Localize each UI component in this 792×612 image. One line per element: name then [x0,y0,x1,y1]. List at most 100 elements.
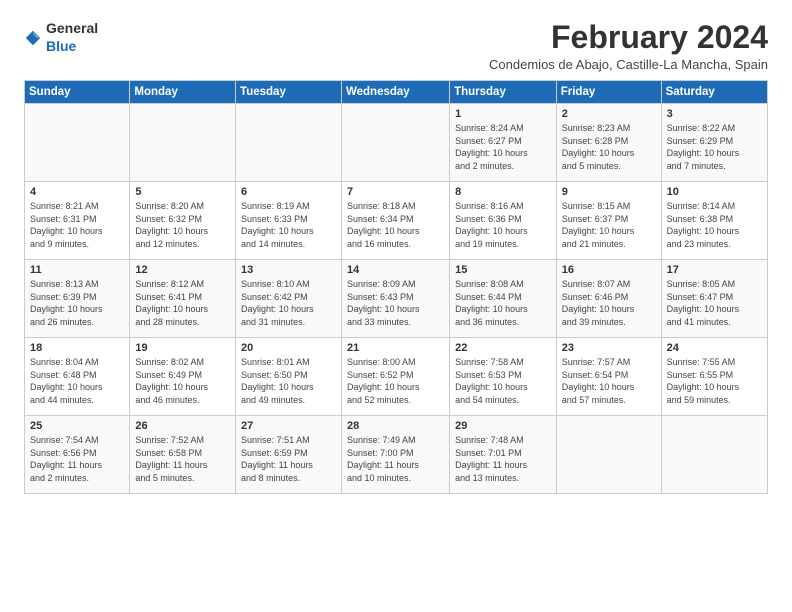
calendar-cell: 3 Sunrise: 8:22 AM Sunset: 6:29 PM Daylig… [661,104,767,182]
day-number: 12 [135,264,230,276]
calendar-cell [661,416,767,494]
day-number: 13 [241,264,336,276]
calendar-cell [25,104,130,182]
day-number: 2 [562,108,656,120]
day-info: Sunrise: 7:48 AM Sunset: 7:01 PM Dayligh… [455,434,551,484]
weekday-header-friday: Friday [556,81,661,104]
day-info: Sunrise: 8:18 AM Sunset: 6:34 PM Dayligh… [347,200,444,250]
day-info: Sunrise: 7:52 AM Sunset: 6:58 PM Dayligh… [135,434,230,484]
calendar-cell: 5 Sunrise: 8:20 AM Sunset: 6:32 PM Daylig… [130,182,236,260]
calendar-cell: 18 Sunrise: 8:04 AM Sunset: 6:48 PM Dayli… [25,338,130,416]
day-number: 10 [667,186,762,198]
day-number: 21 [347,342,444,354]
day-info: Sunrise: 7:57 AM Sunset: 6:54 PM Dayligh… [562,356,656,406]
logo: General Blue [24,20,98,56]
day-info: Sunrise: 8:14 AM Sunset: 6:38 PM Dayligh… [667,200,762,250]
logo-icon [24,29,42,47]
day-number: 4 [30,186,124,198]
calendar-cell: 28 Sunrise: 7:49 AM Sunset: 7:00 PM Dayli… [341,416,449,494]
calendar-cell: 12 Sunrise: 8:12 AM Sunset: 6:41 PM Dayli… [130,260,236,338]
calendar-cell: 16 Sunrise: 8:07 AM Sunset: 6:46 PM Dayli… [556,260,661,338]
day-info: Sunrise: 7:49 AM Sunset: 7:00 PM Dayligh… [347,434,444,484]
day-info: Sunrise: 8:09 AM Sunset: 6:43 PM Dayligh… [347,278,444,328]
calendar-cell: 14 Sunrise: 8:09 AM Sunset: 6:43 PM Dayli… [341,260,449,338]
day-info: Sunrise: 8:21 AM Sunset: 6:31 PM Dayligh… [30,200,124,250]
day-number: 22 [455,342,551,354]
weekday-header-sunday: Sunday [25,81,130,104]
day-number: 24 [667,342,762,354]
weekday-header-tuesday: Tuesday [236,81,342,104]
day-info: Sunrise: 8:00 AM Sunset: 6:52 PM Dayligh… [347,356,444,406]
calendar-title: February 2024 [489,20,768,55]
day-number: 28 [347,420,444,432]
calendar-cell: 8 Sunrise: 8:16 AM Sunset: 6:36 PM Daylig… [450,182,557,260]
day-info: Sunrise: 8:04 AM Sunset: 6:48 PM Dayligh… [30,356,124,406]
day-info: Sunrise: 8:07 AM Sunset: 6:46 PM Dayligh… [562,278,656,328]
day-number: 16 [562,264,656,276]
calendar-cell [236,104,342,182]
day-number: 14 [347,264,444,276]
day-number: 5 [135,186,230,198]
calendar-cell: 27 Sunrise: 7:51 AM Sunset: 6:59 PM Dayli… [236,416,342,494]
calendar-cell: 26 Sunrise: 7:52 AM Sunset: 6:58 PM Dayli… [130,416,236,494]
calendar-cell: 10 Sunrise: 8:14 AM Sunset: 6:38 PM Dayli… [661,182,767,260]
day-number: 8 [455,186,551,198]
day-info: Sunrise: 8:22 AM Sunset: 6:29 PM Dayligh… [667,122,762,172]
day-number: 18 [30,342,124,354]
day-number: 6 [241,186,336,198]
day-info: Sunrise: 8:15 AM Sunset: 6:37 PM Dayligh… [562,200,656,250]
day-info: Sunrise: 8:08 AM Sunset: 6:44 PM Dayligh… [455,278,551,328]
calendar-subtitle: Condemios de Abajo, Castille-La Mancha, … [489,57,768,72]
calendar-cell: 25 Sunrise: 7:54 AM Sunset: 6:56 PM Dayli… [25,416,130,494]
weekday-header-thursday: Thursday [450,81,557,104]
day-info: Sunrise: 8:12 AM Sunset: 6:41 PM Dayligh… [135,278,230,328]
day-info: Sunrise: 8:24 AM Sunset: 6:27 PM Dayligh… [455,122,551,172]
calendar-cell: 20 Sunrise: 8:01 AM Sunset: 6:50 PM Dayli… [236,338,342,416]
day-info: Sunrise: 8:16 AM Sunset: 6:36 PM Dayligh… [455,200,551,250]
day-number: 1 [455,108,551,120]
day-number: 26 [135,420,230,432]
day-number: 15 [455,264,551,276]
day-number: 9 [562,186,656,198]
calendar-cell: 7 Sunrise: 8:18 AM Sunset: 6:34 PM Daylig… [341,182,449,260]
calendar-cell: 1 Sunrise: 8:24 AM Sunset: 6:27 PM Daylig… [450,104,557,182]
calendar-cell: 6 Sunrise: 8:19 AM Sunset: 6:33 PM Daylig… [236,182,342,260]
day-info: Sunrise: 8:02 AM Sunset: 6:49 PM Dayligh… [135,356,230,406]
day-number: 11 [30,264,124,276]
calendar-cell: 23Sunrise: 7:57 AM Sunset: 6:54 PM Dayli… [556,338,661,416]
day-number: 20 [241,342,336,354]
day-info: Sunrise: 7:54 AM Sunset: 6:56 PM Dayligh… [30,434,124,484]
day-number: 29 [455,420,551,432]
day-number: 19 [135,342,230,354]
calendar-cell: 19 Sunrise: 8:02 AM Sunset: 6:49 PM Dayli… [130,338,236,416]
day-info: Sunrise: 7:51 AM Sunset: 6:59 PM Dayligh… [241,434,336,484]
weekday-header-monday: Monday [130,81,236,104]
calendar-cell: 17 Sunrise: 8:05 AM Sunset: 6:47 PM Dayli… [661,260,767,338]
calendar-table: SundayMondayTuesdayWednesdayThursdayFrid… [24,80,768,494]
calendar-cell: 2 Sunrise: 8:23 AM Sunset: 6:28 PM Daylig… [556,104,661,182]
day-info: Sunrise: 7:55 AM Sunset: 6:55 PM Dayligh… [667,356,762,406]
calendar-cell: 22Sunrise: 7:58 AM Sunset: 6:53 PM Dayli… [450,338,557,416]
day-number: 25 [30,420,124,432]
calendar-cell: 29 Sunrise: 7:48 AM Sunset: 7:01 PM Dayli… [450,416,557,494]
day-info: Sunrise: 8:13 AM Sunset: 6:39 PM Dayligh… [30,278,124,328]
day-info: Sunrise: 8:05 AM Sunset: 6:47 PM Dayligh… [667,278,762,328]
day-info: Sunrise: 8:23 AM Sunset: 6:28 PM Dayligh… [562,122,656,172]
day-number: 3 [667,108,762,120]
calendar-cell [130,104,236,182]
calendar-cell: 21 Sunrise: 8:00 AM Sunset: 6:52 PM Dayli… [341,338,449,416]
day-info: Sunrise: 8:01 AM Sunset: 6:50 PM Dayligh… [241,356,336,406]
calendar-cell: 11 Sunrise: 8:13 AM Sunset: 6:39 PM Dayli… [25,260,130,338]
logo-general: General [46,20,98,36]
calendar-cell: 24 Sunrise: 7:55 AM Sunset: 6:55 PM Dayli… [661,338,767,416]
weekday-header-wednesday: Wednesday [341,81,449,104]
calendar-cell [341,104,449,182]
day-info: Sunrise: 8:20 AM Sunset: 6:32 PM Dayligh… [135,200,230,250]
calendar-cell: 13Sunrise: 8:10 AM Sunset: 6:42 PM Dayli… [236,260,342,338]
day-info: Sunrise: 8:19 AM Sunset: 6:33 PM Dayligh… [241,200,336,250]
title-block: February 2024 Condemios de Abajo, Castil… [489,20,768,72]
day-number: 7 [347,186,444,198]
calendar-cell: 9 Sunrise: 8:15 AM Sunset: 6:37 PM Daylig… [556,182,661,260]
day-number: 17 [667,264,762,276]
day-number: 27 [241,420,336,432]
